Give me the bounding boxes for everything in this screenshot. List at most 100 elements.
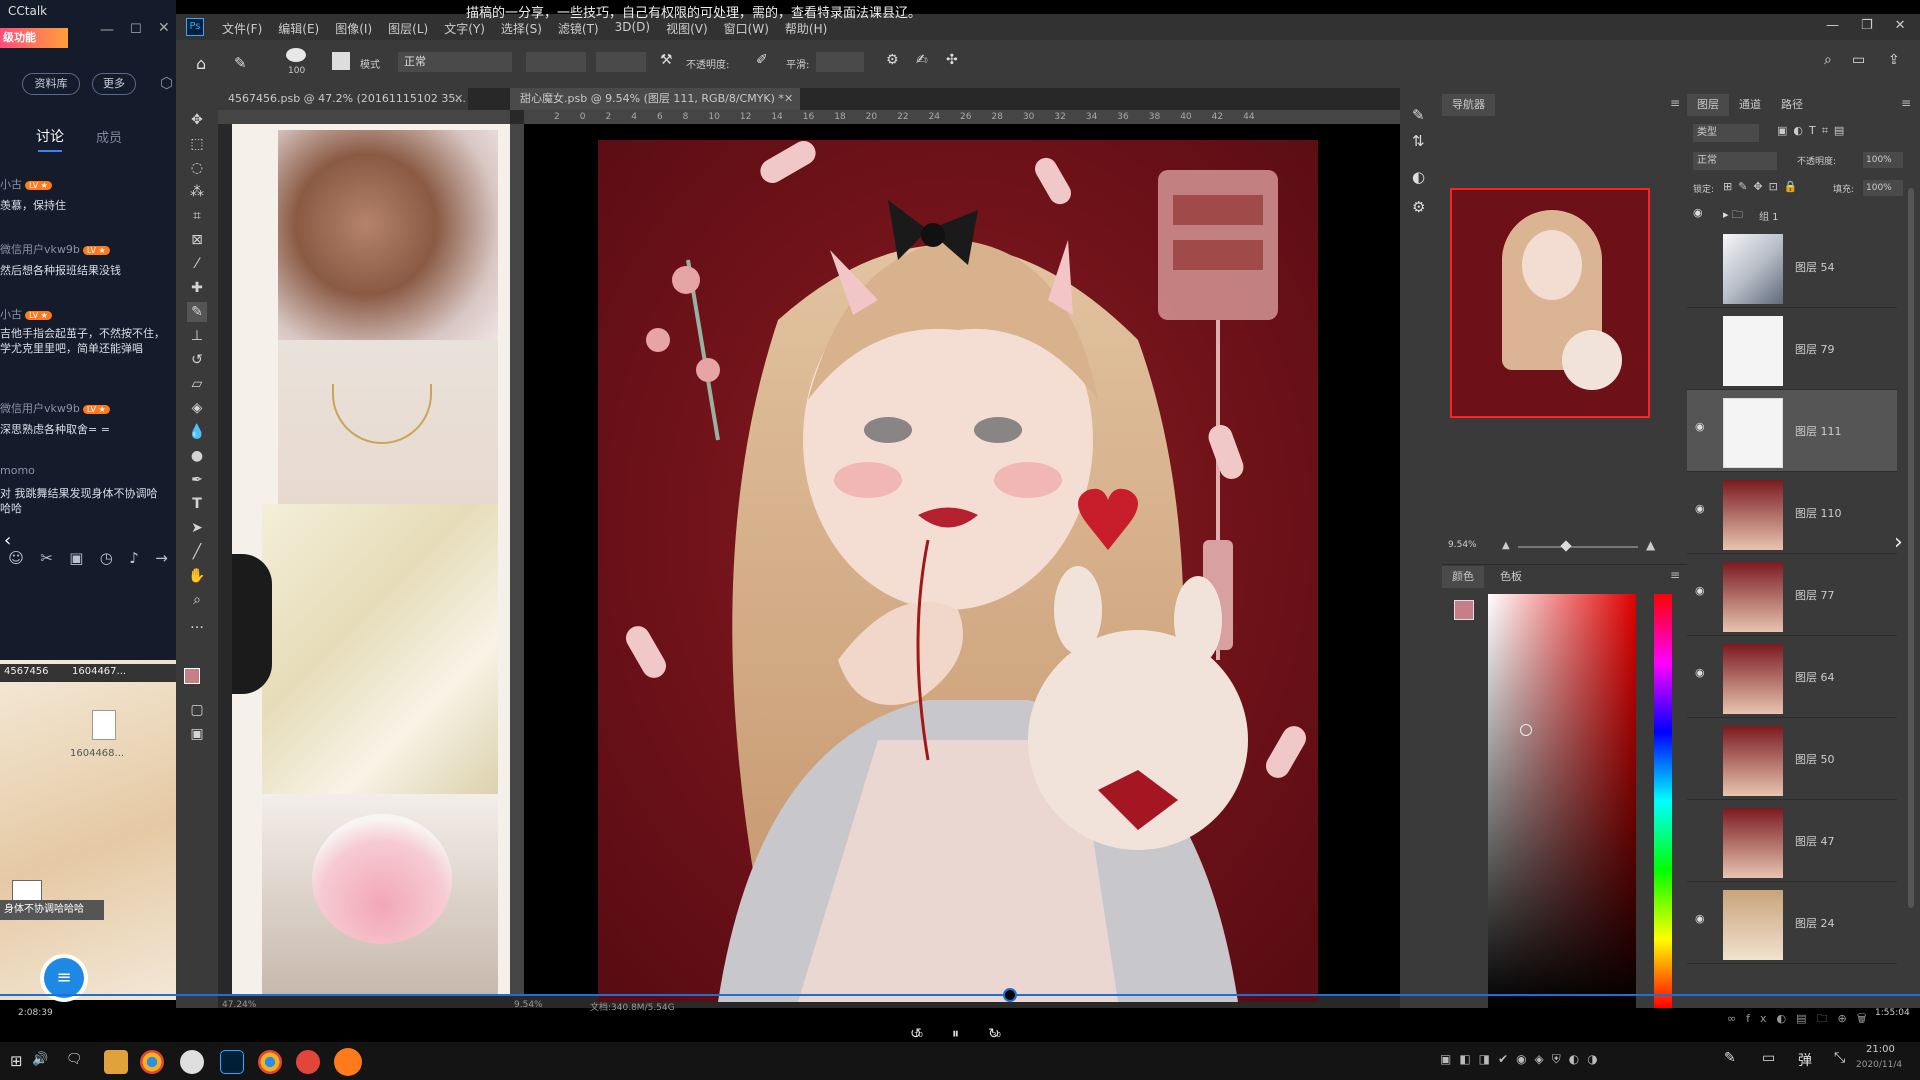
send-arrow-icon[interactable]: → <box>155 549 168 567</box>
cctalk-taskbar-icon[interactable] <box>334 1048 362 1076</box>
share-icon[interactable]: ⇪ <box>1888 52 1900 68</box>
menu-file[interactable]: 文件(F) <box>222 20 262 37</box>
zoom-tool-icon[interactable]: ⌕ <box>187 590 207 610</box>
paint-bucket-icon[interactable]: ◈ <box>187 398 207 418</box>
layer-actions-icons[interactable]: ∞fx◐▤🗀⊕🗑 <box>1727 1010 1877 1029</box>
properties-icon[interactable]: ⚙ <box>1412 198 1425 216</box>
layer-row[interactable]: 图层 79 <box>1687 308 1897 390</box>
promo-banner[interactable]: 级功能 <box>0 28 68 48</box>
zoom-slider-handle[interactable] <box>1560 540 1572 552</box>
foreground-color-swatch[interactable] <box>184 668 200 684</box>
layer-row[interactable]: ◉ 图层 64 <box>1687 636 1897 718</box>
blend-mode-select[interactable]: 正常 <box>1693 152 1777 170</box>
layer-name[interactable]: 图层 47 <box>1795 833 1835 849</box>
chat-icon[interactable]: 🗨 <box>66 1052 83 1067</box>
brush-panel-icon[interactable] <box>332 52 350 70</box>
tab-paths[interactable]: 路径 <box>1771 94 1813 116</box>
tab-close-icon[interactable]: ✕ <box>784 92 793 105</box>
smoothing-field[interactable] <box>816 52 864 72</box>
more-button[interactable]: 更多 <box>92 73 136 95</box>
mode-select[interactable]: 正常 <box>398 52 512 72</box>
visibility-eye-icon[interactable]: ◉ <box>1693 206 1703 219</box>
navigator-zoom[interactable]: 9.54% <box>1448 540 1477 550</box>
tab-discuss[interactable]: 讨论 <box>36 126 64 146</box>
tab-reference-doc[interactable]: 4567456.psb @ 47.2% (20161115102 35... <box>218 88 468 110</box>
lasso-tool-icon[interactable]: ◌ <box>187 158 207 178</box>
opacity-field[interactable] <box>526 52 586 72</box>
lock-icons[interactable]: ⊞✎✥⊡🔒 <box>1723 180 1804 193</box>
volume-icon[interactable]: 🔊 <box>32 1052 48 1067</box>
menu-layer[interactable]: 图层(L) <box>388 20 428 37</box>
hand-tool-icon[interactable]: ✋ <box>187 566 207 586</box>
layer-name[interactable]: 图层 50 <box>1795 751 1835 767</box>
ps-close-icon[interactable]: ✕ <box>1895 18 1906 33</box>
layer-name[interactable]: 图层 54 <box>1795 259 1835 275</box>
video-progress-bar[interactable] <box>0 994 1920 996</box>
brush-tool-icon[interactable]: ✎ <box>187 302 207 322</box>
menu-window[interactable]: 窗口(W) <box>724 20 769 37</box>
file-name[interactable]: 4567456 <box>4 666 49 677</box>
tab-layers[interactable]: 图层 <box>1687 94 1729 116</box>
layer-row[interactable]: 图层 47 <box>1687 800 1897 882</box>
search-icon[interactable]: ⌕ <box>1824 52 1832 68</box>
menu-type[interactable]: 文字(Y) <box>444 20 485 37</box>
crop-tool-icon[interactable]: ⌗ <box>187 206 207 226</box>
menu-view[interactable]: 视图(V) <box>666 20 708 37</box>
menu-filter[interactable]: 滤镜(T) <box>558 20 599 37</box>
path-select-icon[interactable]: ➤ <box>187 518 207 538</box>
layer-filter-icons[interactable]: ▣◐T⌗▤ <box>1777 124 1850 138</box>
layer-name[interactable]: 图层 79 <box>1795 341 1835 357</box>
close-icon[interactable]: ✕ <box>158 20 170 36</box>
artwork-canvas[interactable] <box>598 140 1318 1002</box>
minimize-icon[interactable]: — <box>100 22 114 38</box>
stamp-tool-icon[interactable]: ⊥ <box>187 326 207 346</box>
symmetry-icon[interactable]: ✣ <box>946 52 958 68</box>
pen-tool-icon[interactable]: ✒ <box>187 470 207 490</box>
eyedropper-icon[interactable]: ⁄ <box>187 254 207 274</box>
menu-select[interactable]: 选择(S) <box>501 20 542 37</box>
color-field[interactable] <box>1488 594 1636 1008</box>
panel-menu-icon[interactable]: ≡ <box>1670 568 1680 582</box>
layer-row[interactable]: 图层 54 <box>1687 226 1897 308</box>
visibility-eye-icon[interactable]: ◉ <box>1695 502 1705 515</box>
danmaku-toggle-icon[interactable]: 弹 <box>1798 1050 1812 1070</box>
screen-icon[interactable]: ▭ <box>1762 1050 1775 1066</box>
zoom-in-icon[interactable]: ▲ <box>1646 538 1655 552</box>
panel-menu-icon[interactable]: ≡ <box>1670 96 1680 110</box>
pause-icon[interactable]: ⏸ <box>952 1026 959 1042</box>
library-button[interactable]: 资料库 <box>22 73 80 95</box>
pressure-size-icon[interactable]: ✍ <box>916 52 928 68</box>
menu-help[interactable]: 帮助(H) <box>785 20 827 37</box>
layers-scrollbar[interactable] <box>1908 188 1914 908</box>
maximize-icon[interactable]: ☐ <box>130 22 142 37</box>
eraser-icon[interactable]: ▱ <box>187 374 207 394</box>
file-icon[interactable] <box>92 710 116 740</box>
system-tray-icons[interactable]: ▣◧◨✔◉◈⛨◐◑ <box>1440 1052 1606 1067</box>
home-icon[interactable]: ⌂ <box>196 54 206 73</box>
netease-icon[interactable] <box>296 1050 320 1074</box>
layer-row[interactable]: ◉ 图层 77 <box>1687 554 1897 636</box>
marquee-tool-icon[interactable]: ⬚ <box>187 134 207 154</box>
layer-name[interactable]: 图层 24 <box>1795 915 1835 931</box>
tab-main-doc[interactable]: 甜心魔女.psb @ 9.54% (图层 111, RGB/8/CMYK) * <box>510 88 800 110</box>
color-wheel-icon[interactable]: ◐ <box>1412 168 1425 186</box>
emoji-icon[interactable]: ☺ <box>8 549 24 567</box>
more-tools-icon[interactable]: … <box>187 614 207 634</box>
visibility-eye-icon[interactable]: ◉ <box>1695 420 1705 433</box>
tab-close-icon[interactable]: ✕ <box>454 92 463 105</box>
fullscreen-icon[interactable]: ⤡ <box>1834 1050 1845 1066</box>
layer-name[interactable]: 图层 111 <box>1795 423 1842 439</box>
clock-icon[interactable]: ◷ <box>100 549 113 567</box>
file-name[interactable]: 1604468... <box>70 748 124 759</box>
layer-kind-filter[interactable]: 类型 <box>1693 124 1759 142</box>
navigator-preview[interactable] <box>1450 188 1650 418</box>
healing-brush-icon[interactable]: ✚ <box>187 278 207 298</box>
pressure-icon[interactable]: ✐ <box>756 52 768 68</box>
image-icon[interactable]: ▣ <box>69 549 83 567</box>
group-name[interactable]: 组 1 <box>1759 208 1779 223</box>
tab-color[interactable]: 颜色 <box>1442 566 1484 588</box>
bell-icon[interactable]: ♪ <box>129 549 139 567</box>
panel-menu-icon[interactable]: ≡ <box>1901 96 1911 110</box>
color-foreground[interactable] <box>1454 600 1474 620</box>
ps-restore-icon[interactable]: ❐ <box>1861 18 1873 33</box>
